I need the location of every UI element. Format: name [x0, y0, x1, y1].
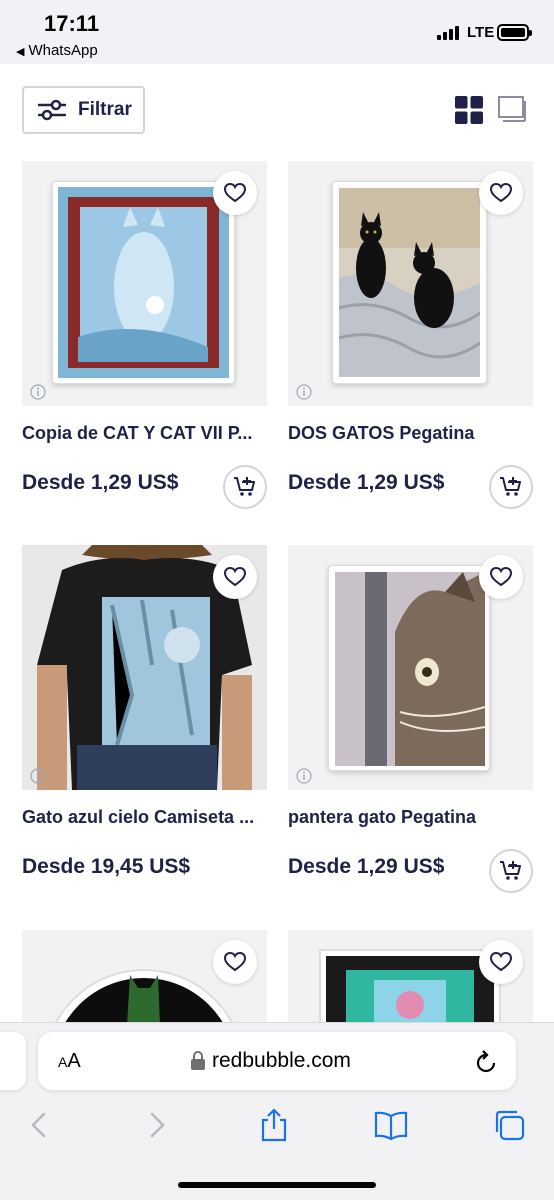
- back-app-label: WhatsApp: [28, 42, 98, 59]
- reader-options-button[interactable]: AA: [58, 1050, 81, 1073]
- heart-icon: [490, 952, 512, 972]
- product-price: Desde 1,29 US$: [22, 471, 179, 494]
- lock-icon: [191, 1051, 205, 1070]
- home-indicator: [178, 1182, 376, 1188]
- favorite-button[interactable]: [479, 555, 523, 599]
- add-to-cart-button[interactable]: [489, 465, 533, 509]
- cat-art-image: [58, 187, 229, 378]
- product-price: Desde 19,45 US$: [22, 855, 191, 878]
- filter-label: Filtrar: [78, 99, 132, 120]
- share-icon[interactable]: [257, 1108, 291, 1142]
- aa-small-label: A: [58, 1054, 68, 1070]
- product-image[interactable]: [22, 545, 267, 790]
- previous-tab-preview[interactable]: [0, 1032, 26, 1090]
- sticker-frame: [332, 181, 487, 384]
- info-icon[interactable]: [296, 384, 312, 400]
- add-to-cart-button[interactable]: [489, 849, 533, 893]
- aa-large-label: A: [67, 1050, 81, 1072]
- back-triangle-icon: ◀: [16, 46, 25, 58]
- product-price: Desde 1,29 US$: [288, 471, 445, 494]
- add-cart-icon: [500, 477, 521, 496]
- forward-chevron-icon[interactable]: [140, 1108, 174, 1142]
- info-icon[interactable]: [30, 384, 46, 400]
- sticker-frame: [328, 565, 490, 771]
- add-to-cart-button[interactable]: [223, 465, 267, 509]
- add-cart-icon: [500, 861, 521, 880]
- product-image[interactable]: [288, 161, 533, 406]
- status-time: 17:11: [44, 11, 100, 36]
- favorite-button[interactable]: [213, 555, 257, 599]
- url-text[interactable]: redbubble.com: [212, 1049, 351, 1073]
- favorite-button[interactable]: [213, 171, 257, 215]
- sliders-icon: [38, 99, 66, 121]
- status-bar: 17:11 ◀ WhatsApp LTE: [0, 0, 554, 64]
- heart-icon: [490, 183, 512, 203]
- favorite-button[interactable]: [213, 940, 257, 984]
- info-icon[interactable]: [30, 768, 46, 784]
- back-to-app-link[interactable]: ◀ WhatsApp: [16, 42, 98, 59]
- network-type: LTE: [467, 24, 495, 41]
- favorite-button[interactable]: [479, 171, 523, 215]
- product-title[interactable]: Gato azul cielo Camiseta ...: [22, 807, 267, 828]
- tabs-icon[interactable]: [492, 1108, 526, 1142]
- grid-view-icon[interactable]: [455, 96, 483, 124]
- two-black-cats-image: [339, 188, 480, 377]
- reload-icon[interactable]: [474, 1048, 498, 1074]
- heart-icon: [224, 952, 246, 972]
- filter-button[interactable]: Filtrar: [22, 86, 145, 134]
- address-bar[interactable]: AA redbubble.com: [38, 1032, 516, 1090]
- battery-icon: [497, 24, 532, 41]
- product-title[interactable]: pantera gato Pegatina: [288, 807, 533, 828]
- single-view-icon[interactable]: [497, 95, 527, 125]
- product-price: Desde 1,29 US$: [288, 855, 445, 878]
- cellular-signal-icon: [437, 26, 463, 40]
- favorite-button[interactable]: [479, 940, 523, 984]
- product-title[interactable]: DOS GATOS Pegatina: [288, 423, 533, 444]
- heart-icon: [224, 567, 246, 587]
- product-image[interactable]: [22, 161, 267, 406]
- back-chevron-icon[interactable]: [22, 1108, 56, 1142]
- cat-portrait-image: [335, 572, 485, 766]
- add-cart-icon: [234, 477, 255, 496]
- info-icon[interactable]: [296, 768, 312, 784]
- sticker-frame: [52, 181, 235, 384]
- bookmarks-icon[interactable]: [374, 1108, 408, 1142]
- product-image[interactable]: [288, 545, 533, 790]
- heart-icon: [224, 183, 246, 203]
- heart-icon: [490, 567, 512, 587]
- product-title[interactable]: Copia de CAT Y CAT VII P...: [22, 423, 267, 444]
